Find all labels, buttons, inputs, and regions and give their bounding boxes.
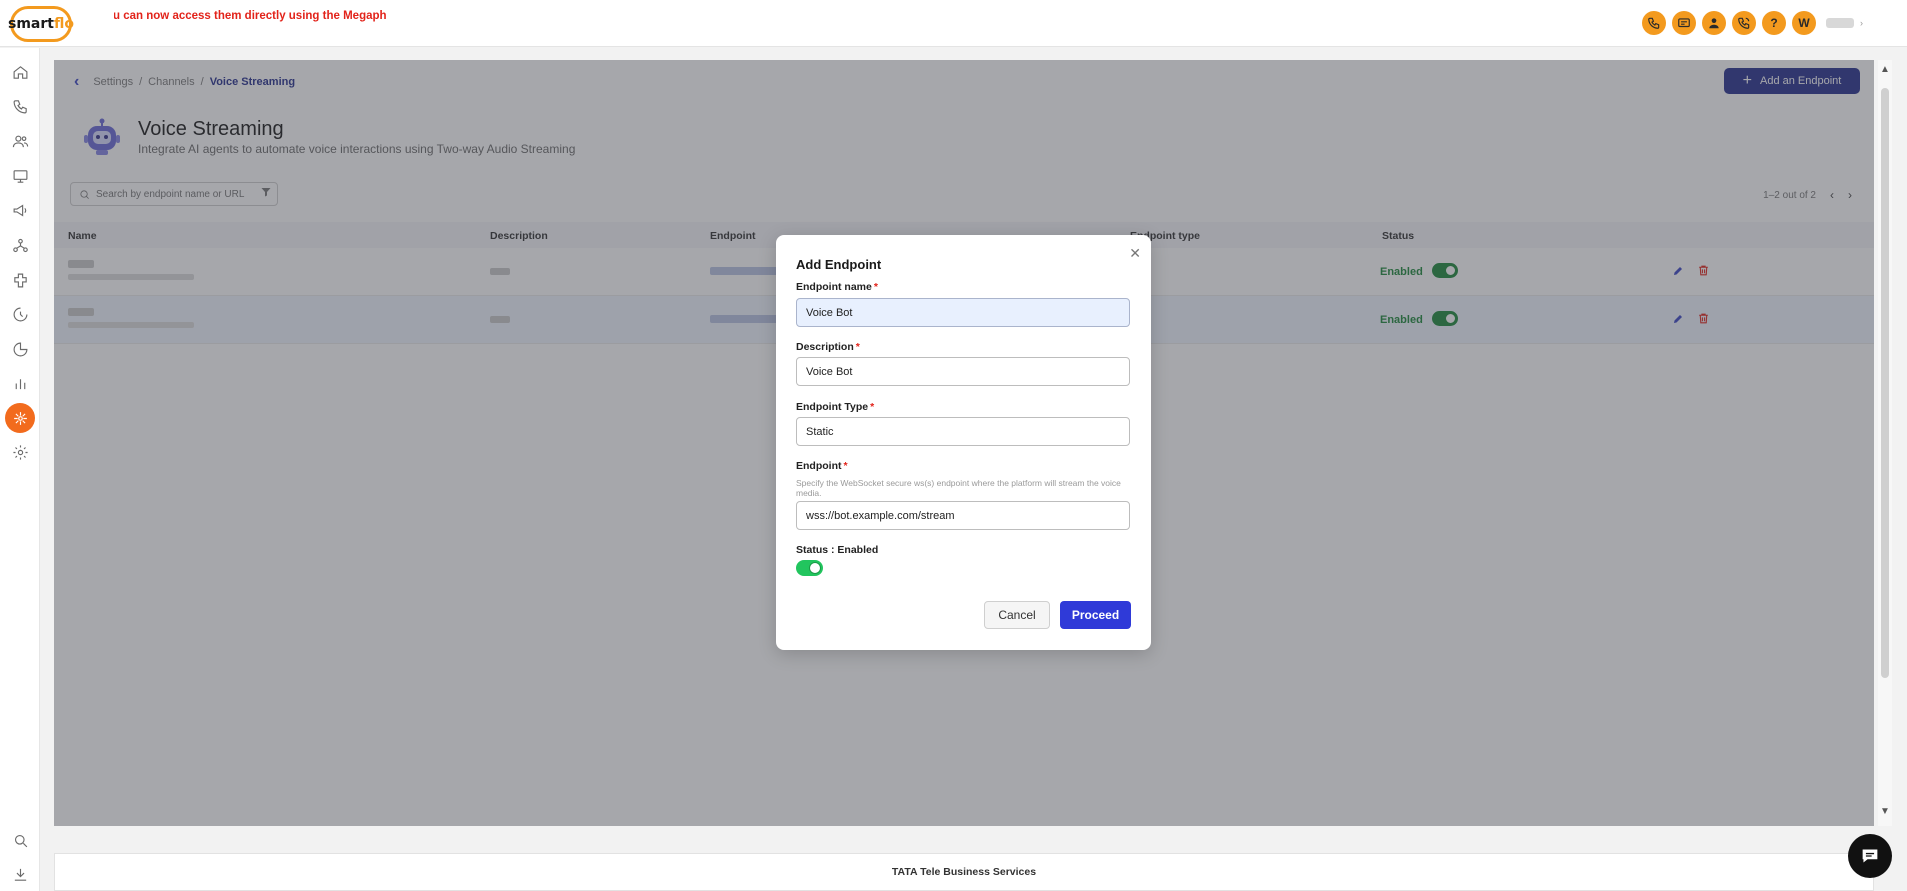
call-status-icon[interactable] xyxy=(1732,11,1756,35)
proceed-button[interactable]: Proceed xyxy=(1060,601,1131,629)
integrations-icon[interactable] xyxy=(8,268,32,292)
description-label: Description * xyxy=(796,341,860,353)
required-mark: * xyxy=(855,341,860,353)
footer: TATA Tele Business Services xyxy=(54,853,1874,891)
logo-text-a: smart xyxy=(8,16,54,32)
smartflo-logo[interactable]: smartflo xyxy=(8,6,74,42)
settings-gear-icon[interactable] xyxy=(8,440,32,464)
status-toggle[interactable] xyxy=(796,560,823,576)
agent-icon[interactable] xyxy=(1702,11,1726,35)
footer-text: TATA Tele Business Services xyxy=(891,866,1037,878)
sidebar xyxy=(0,48,40,891)
required-mark: * xyxy=(843,460,848,472)
ai-hub-icon[interactable] xyxy=(5,403,35,433)
cancel-button[interactable]: Cancel xyxy=(984,601,1050,629)
download-icon[interactable] xyxy=(8,862,32,886)
endpoint-url-input[interactable] xyxy=(796,501,1130,530)
description-label-text: Description xyxy=(796,341,854,353)
user-avatar[interactable]: W xyxy=(1792,11,1816,35)
close-icon[interactable]: ✕ xyxy=(1129,245,1141,262)
endpoint-name-label: Endpoint name * xyxy=(796,281,878,293)
endpoint-name-input[interactable] xyxy=(796,298,1130,327)
scrollbar-thumb[interactable] xyxy=(1881,88,1889,678)
calls-icon[interactable] xyxy=(8,94,32,118)
required-mark: * xyxy=(873,281,878,293)
analytics-pie-icon[interactable] xyxy=(8,337,32,361)
endpoint-hint: Specify the WebSocket secure ws(s) endpo… xyxy=(796,478,1121,498)
user-name-blurred xyxy=(1826,18,1854,28)
endpoint-name-label-text: Endpoint name xyxy=(796,281,872,293)
search-icon[interactable] xyxy=(8,828,32,852)
chat-icon xyxy=(1862,849,1878,863)
scroll-down-icon[interactable]: ▼ xyxy=(1880,806,1890,817)
help-icon[interactable]: ? xyxy=(1762,11,1786,35)
add-endpoint-modal: Add Endpoint ✕ Endpoint name* Descriptio… xyxy=(776,235,1151,650)
users-icon[interactable] xyxy=(8,129,32,153)
top-bar: smartflo ou can now access them directly… xyxy=(0,0,1907,47)
ivr-icon[interactable] xyxy=(8,302,32,326)
endpoint-type-label-text: Endpoint Type xyxy=(796,401,869,413)
announcement-ticker: ou can now access them directly using th… xyxy=(114,10,386,28)
endpoint-label: Endpoint * xyxy=(796,460,848,472)
top-icons: ? W › xyxy=(1642,11,1863,35)
required-mark: * xyxy=(870,401,875,413)
announcement-text: ou can now access them directly using th… xyxy=(114,10,386,22)
status-label: Status : Enabled xyxy=(796,544,879,556)
home-icon[interactable] xyxy=(8,60,32,84)
scroll-up-icon[interactable]: ▲ xyxy=(1880,64,1890,75)
megaphone-icon[interactable] xyxy=(8,198,32,222)
chevron-right-icon[interactable]: › xyxy=(1860,18,1863,28)
avatar-initial: W xyxy=(1798,16,1810,30)
sms-icon[interactable] xyxy=(1672,11,1696,35)
help-label: ? xyxy=(1770,16,1778,30)
phone-icon[interactable] xyxy=(1642,11,1666,35)
description-input[interactable] xyxy=(796,357,1130,386)
logo-text-b: flo xyxy=(53,16,74,32)
monitor-icon[interactable] xyxy=(8,164,32,188)
endpoint-type-select[interactable] xyxy=(796,417,1130,446)
network-icon[interactable] xyxy=(8,233,32,257)
endpoint-type-label: Endpoint Type * xyxy=(796,401,874,413)
endpoint-label-text: Endpoint xyxy=(796,460,842,472)
modal-title: Add Endpoint xyxy=(796,257,882,272)
chat-button[interactable] xyxy=(1848,834,1892,878)
reports-icon[interactable] xyxy=(8,371,32,395)
